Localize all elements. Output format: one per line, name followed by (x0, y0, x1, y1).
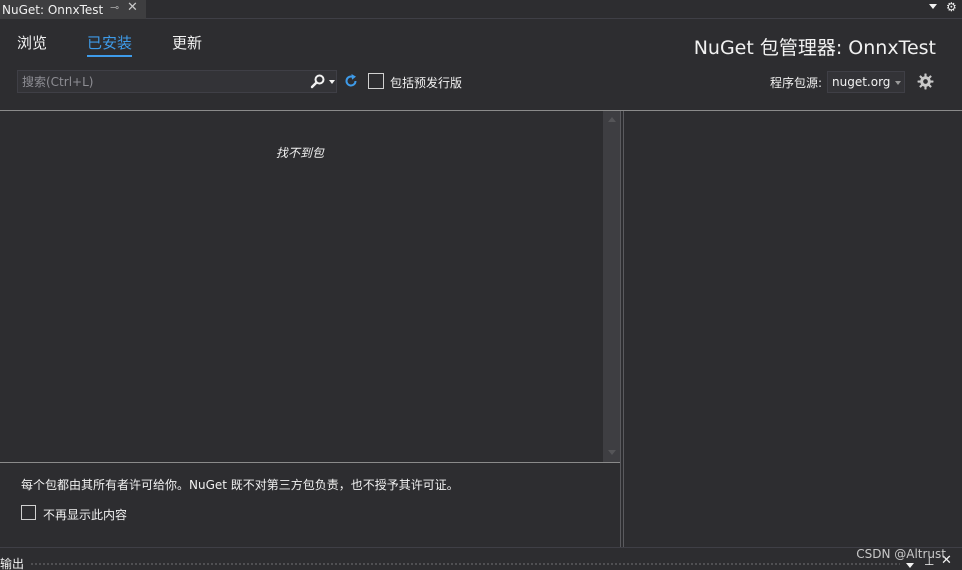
settings-gear-icon[interactable] (917, 73, 934, 90)
search-box (17, 70, 337, 93)
pin-icon[interactable]: ⊸ (110, 1, 119, 14)
search-icon[interactable] (310, 73, 326, 89)
footer-divider (0, 462, 620, 463)
package-source-label: 程序包源: (770, 76, 823, 90)
panel-grip[interactable] (30, 562, 900, 566)
include-prerelease-label[interactable]: 包括预发行版 (390, 74, 462, 91)
empty-list-message: 找不到包 (276, 146, 325, 160)
dont-show-again-checkbox[interactable] (21, 505, 36, 520)
document-tab-title: NuGet: OnnxTest (2, 2, 104, 17)
output-panel-header: 输出 ⊥ ✕ (0, 553, 962, 570)
package-list-scrollbar[interactable] (603, 111, 620, 462)
tab-list-dropdown-icon[interactable] (929, 4, 937, 9)
watermark: CSDN @Altrust (856, 547, 946, 561)
refresh-icon[interactable] (343, 73, 359, 89)
page-title: NuGet 包管理器: OnnxTest (693, 37, 936, 59)
output-panel-title[interactable]: 输出 (0, 555, 24, 570)
scroll-down-icon[interactable] (608, 450, 616, 455)
panel-options-dropdown-icon[interactable] (906, 563, 914, 568)
tab-browse[interactable]: 浏览 (17, 32, 47, 53)
gear-icon[interactable]: ⚙ (946, 0, 957, 14)
package-source-value: nuget.org (832, 75, 891, 89)
package-details-pane (624, 111, 962, 547)
tab-updates[interactable]: 更新 (172, 32, 202, 53)
dont-show-again-label[interactable]: 不再显示此内容 (43, 506, 127, 523)
search-input[interactable] (22, 73, 302, 90)
close-icon[interactable]: ✕ (127, 0, 138, 15)
search-history-dropdown-icon[interactable] (329, 80, 335, 84)
package-list: 找不到包 (0, 111, 620, 462)
package-source-select[interactable]: nuget.org (827, 71, 905, 93)
tab-installed[interactable]: 已安装 (87, 32, 133, 57)
include-prerelease-checkbox[interactable] (368, 73, 384, 89)
license-disclaimer: 每个包都由其所有者许可给你。NuGet 既不对第三方包负责，也不授予其许可证。 (21, 478, 459, 492)
scroll-up-icon[interactable] (608, 117, 616, 122)
chevron-down-icon (895, 81, 901, 85)
document-tab-strip: NuGet: OnnxTest ⊸ ✕ ⚙ (0, 0, 962, 19)
bottom-divider (0, 547, 962, 548)
document-tab[interactable]: NuGet: OnnxTest ⊸ ✕ (0, 0, 146, 19)
